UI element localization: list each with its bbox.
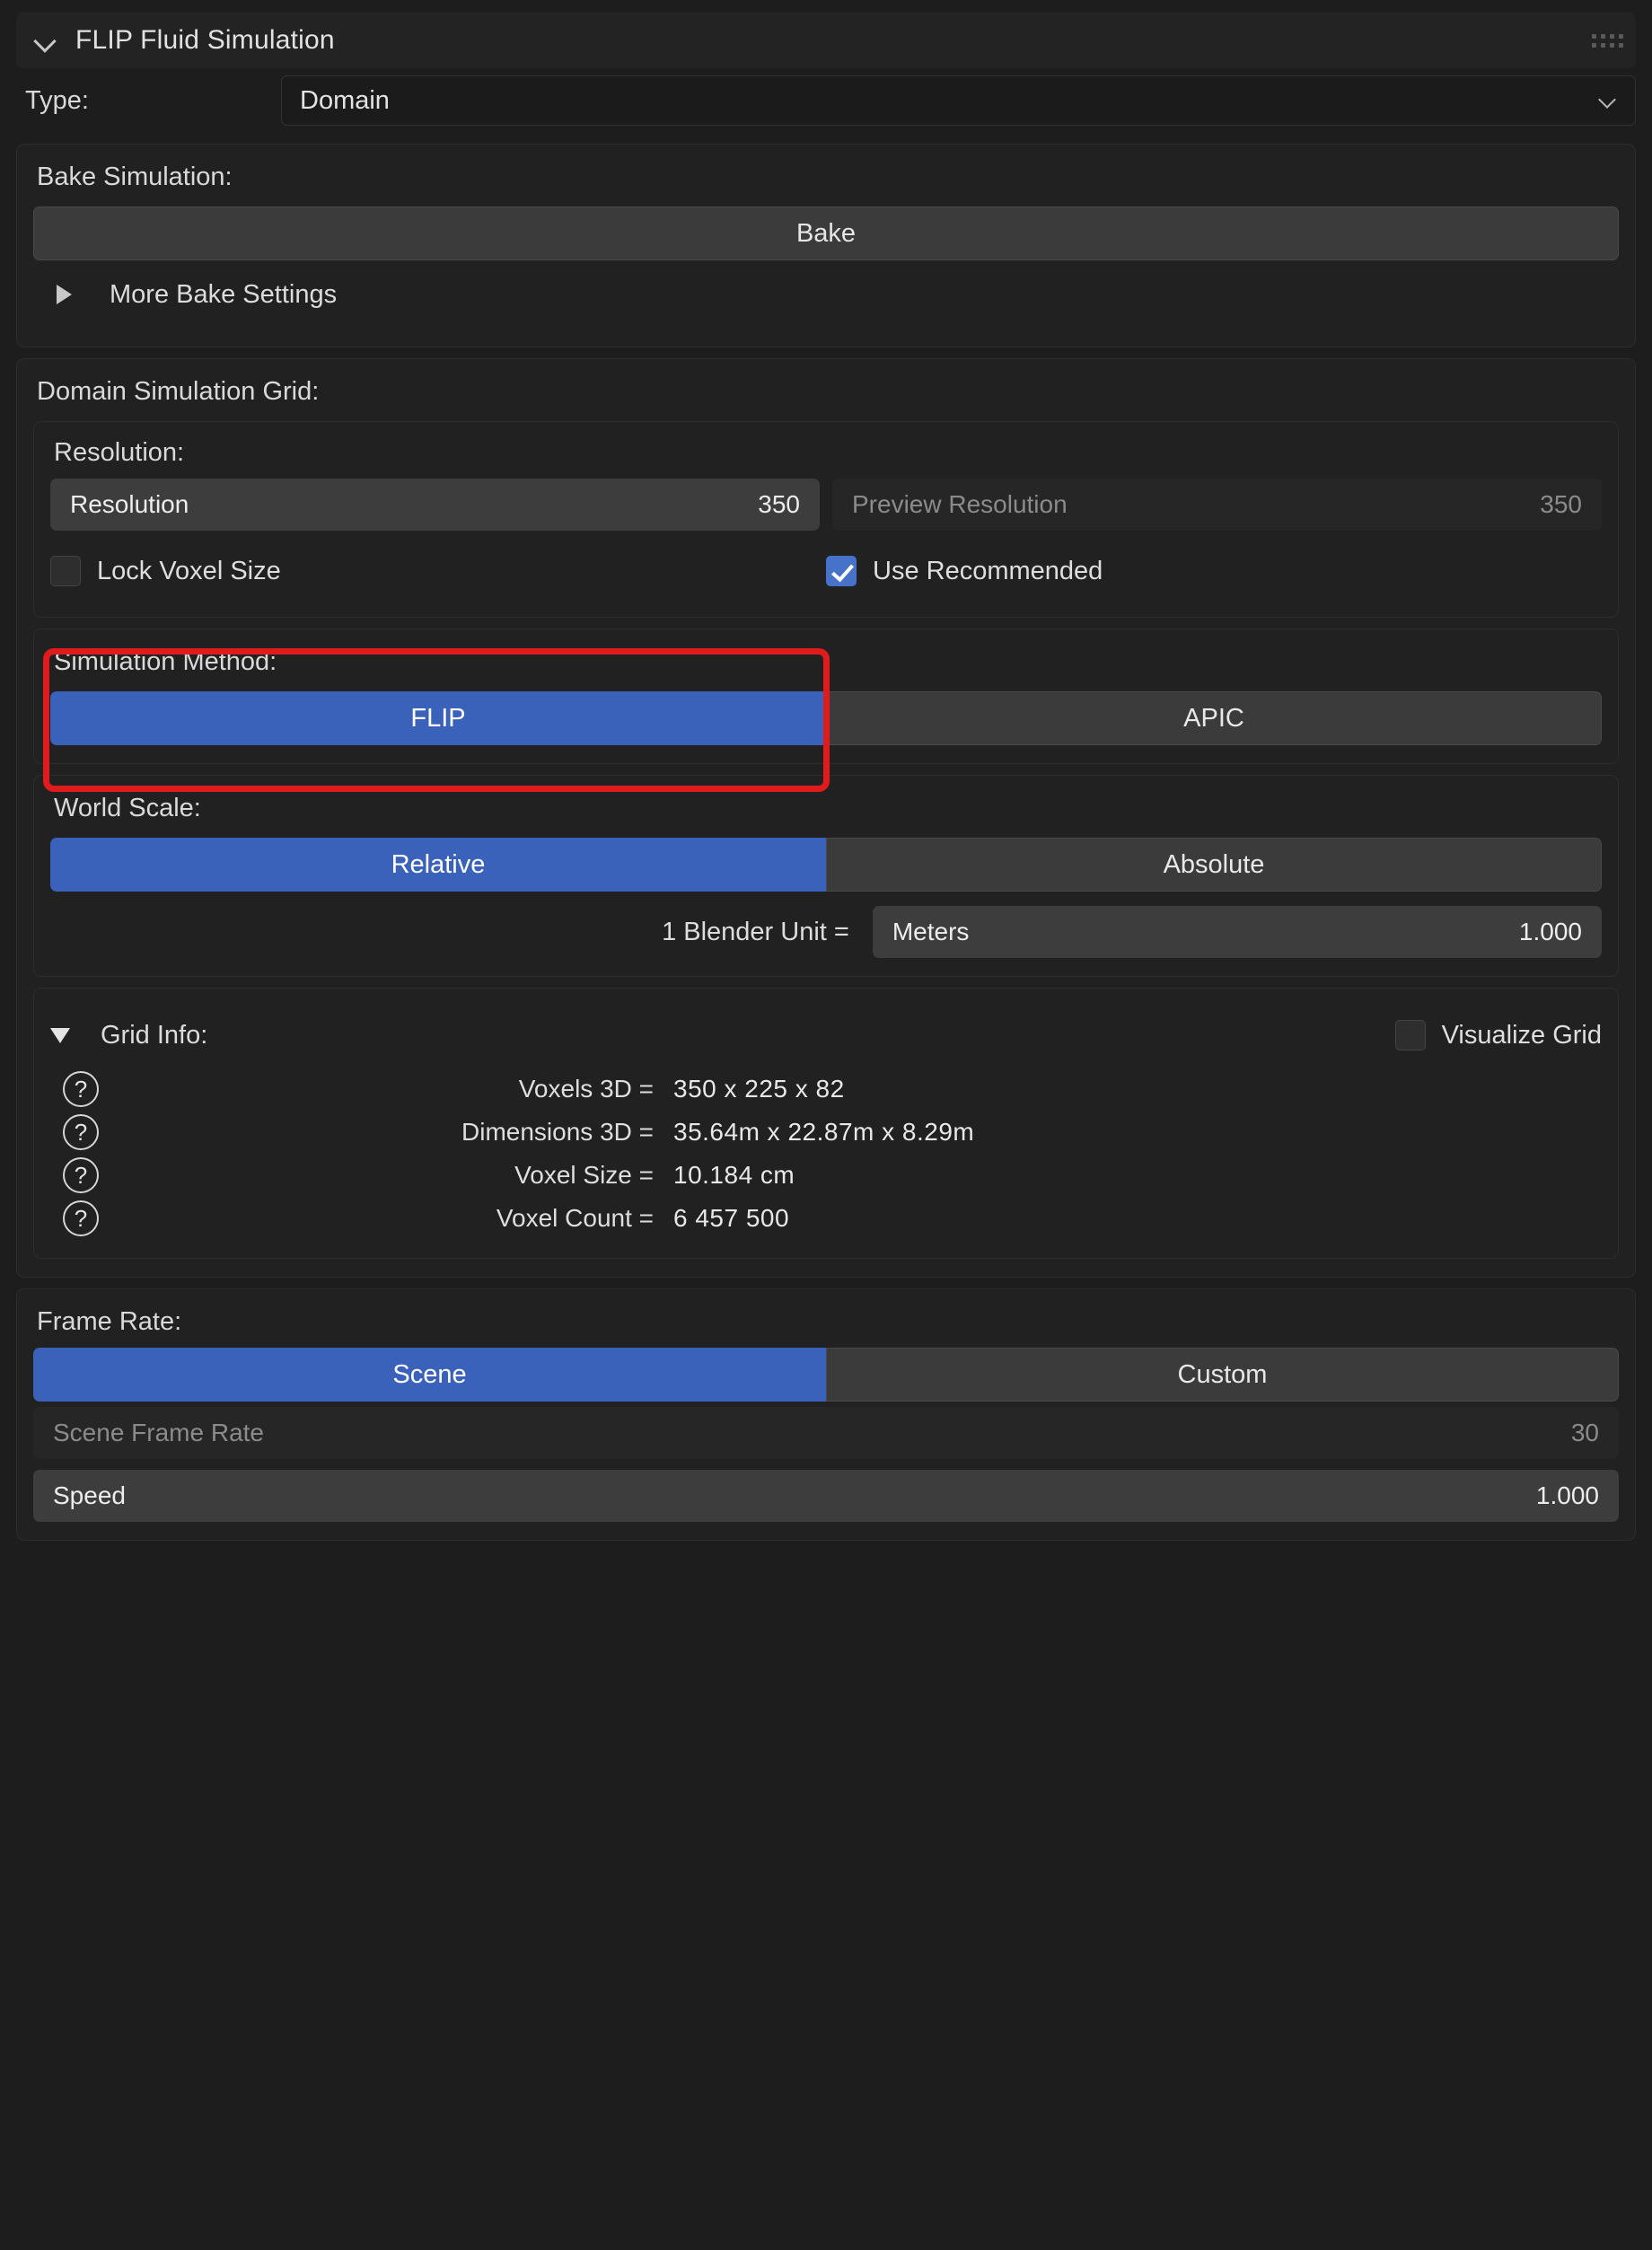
question-mark-icon[interactable]: ? xyxy=(63,1157,99,1193)
speed-field[interactable]: Speed 1.000 xyxy=(33,1470,1619,1522)
sim-method-option-flip[interactable]: FLIP xyxy=(50,691,826,745)
resolution-field-value: 350 xyxy=(758,490,800,518)
frame-rate-toggle[interactable]: Scene Custom xyxy=(33,1348,1619,1402)
resolution-field-name: Resolution xyxy=(70,490,189,518)
domain-grid-section-label: Domain Simulation Grid: xyxy=(37,377,320,406)
more-bake-settings-row[interactable]: More Bake Settings xyxy=(33,260,1619,329)
more-bake-settings-label: More Bake Settings xyxy=(110,279,338,309)
chevron-down-icon[interactable] xyxy=(34,29,57,52)
scene-frame-rate-field[interactable]: Scene Frame Rate 30 xyxy=(33,1407,1619,1459)
preview-resolution-field[interactable]: Preview Resolution 350 xyxy=(832,479,1602,531)
grid-info-label: Grid Info: xyxy=(101,1020,208,1050)
speed-field-name: Speed xyxy=(53,1481,126,1509)
voxel-options-row: Lock Voxel Size Use Recommended xyxy=(50,543,1602,599)
frame-rate-label: Frame Rate: xyxy=(37,1307,182,1336)
drag-grip-icon[interactable] xyxy=(1592,33,1623,48)
question-mark-icon[interactable]: ? xyxy=(63,1071,99,1107)
simulation-method-label: Simulation Method: xyxy=(54,647,277,676)
triangle-down-icon[interactable] xyxy=(50,1027,70,1043)
world-scale-label: World Scale: xyxy=(54,794,201,822)
chevron-down-icon xyxy=(1599,92,1617,110)
grid-info-row: ? Dimensions 3D = 35.64m x 22.87m x 8.29… xyxy=(50,1111,1602,1154)
domain-simulation-grid-card: Domain Simulation Grid: Resolution: Reso… xyxy=(16,358,1636,1278)
type-dropdown-value: Domain xyxy=(300,85,390,115)
speed-field-value: 1.000 xyxy=(1535,1481,1599,1509)
grid-info-key: Voxel Size = xyxy=(514,1161,654,1189)
question-mark-icon[interactable]: ? xyxy=(63,1114,99,1150)
sim-method-option-apic[interactable]: APIC xyxy=(826,691,1602,745)
lock-voxel-size-label: Lock Voxel Size xyxy=(97,556,281,585)
world-scale-option-relative[interactable]: Relative xyxy=(50,838,826,892)
type-row: Type: Domain xyxy=(16,68,1636,133)
flip-fluid-simulation-panel: FLIP Fluid Simulation Type: Domain Bake … xyxy=(0,0,1652,2250)
grid-info-key: Voxel Count = xyxy=(496,1204,654,1232)
frame-rate-option-scene[interactable]: Scene xyxy=(33,1348,826,1402)
lock-voxel-size-checkbox[interactable]: Lock Voxel Size xyxy=(50,556,826,586)
checkbox-checked-icon[interactable] xyxy=(826,556,857,586)
scene-frame-rate-value: 30 xyxy=(1570,1419,1599,1446)
grid-info-row: ? Voxels 3D = 350 x 225 x 82 xyxy=(50,1068,1602,1111)
use-recommended-checkbox[interactable]: Use Recommended xyxy=(826,556,1602,586)
blender-unit-field[interactable]: Meters 1.000 xyxy=(872,906,1602,958)
grid-info-value: 6 457 500 xyxy=(673,1204,790,1232)
resolution-fields-row: Resolution 350 Preview Resolution 350 xyxy=(50,479,1602,531)
grid-info-value: 35.64m x 22.87m x 8.29m xyxy=(673,1118,975,1146)
grid-info-value: 350 x 225 x 82 xyxy=(673,1075,845,1103)
blender-unit-value: 1.000 xyxy=(1518,918,1582,945)
question-mark-icon[interactable]: ? xyxy=(63,1200,99,1236)
resolution-group: Resolution: Resolution 350 Preview Resol… xyxy=(33,421,1619,618)
simulation-method-toggle[interactable]: FLIP APIC xyxy=(50,691,1602,745)
grid-info-row: ? Voxel Count = 6 457 500 xyxy=(50,1197,1602,1240)
frame-rate-card: Frame Rate: Scene Custom Scene Frame Rat… xyxy=(16,1288,1636,1541)
resolution-label: Resolution: xyxy=(54,438,185,467)
grid-info-row: ? Voxel Size = 10.184 cm xyxy=(50,1154,1602,1197)
grid-info-card: Grid Info: Visualize Grid ? Voxels 3D = … xyxy=(33,988,1619,1259)
simulation-method-card: Simulation Method: FLIP APIC xyxy=(33,628,1619,764)
type-dropdown[interactable]: Domain xyxy=(281,75,1636,126)
world-scale-card: World Scale: Relative Absolute 1 Blender… xyxy=(33,775,1619,977)
triangle-right-icon xyxy=(57,285,72,304)
page-title: FLIP Fluid Simulation xyxy=(75,25,335,55)
bake-section-label: Bake Simulation: xyxy=(37,163,233,191)
grid-info-key: Dimensions 3D = xyxy=(461,1118,654,1146)
use-recommended-label: Use Recommended xyxy=(873,556,1103,585)
blender-unit-name: Meters xyxy=(892,918,970,945)
resolution-field[interactable]: Resolution 350 xyxy=(50,479,820,531)
world-scale-toggle[interactable]: Relative Absolute xyxy=(50,838,1602,892)
grid-info-key: Voxels 3D = xyxy=(518,1075,654,1103)
visualize-grid-label: Visualize Grid xyxy=(1441,1020,1602,1050)
bake-button[interactable]: Bake xyxy=(33,207,1619,260)
world-scale-option-absolute[interactable]: Absolute xyxy=(826,838,1602,892)
grid-info-value: 10.184 cm xyxy=(673,1161,795,1189)
panel-header[interactable]: FLIP Fluid Simulation xyxy=(16,13,1636,68)
type-label: Type: xyxy=(25,85,89,115)
blender-unit-row: 1 Blender Unit = Meters 1.000 xyxy=(50,906,1602,958)
bake-simulation-card: Bake Simulation: Bake More Bake Settings xyxy=(16,144,1636,347)
checkbox-icon[interactable] xyxy=(50,556,81,586)
blender-unit-label: 1 Blender Unit = xyxy=(662,917,849,946)
preview-resolution-field-name: Preview Resolution xyxy=(852,490,1068,518)
grid-info-header[interactable]: Grid Info: Visualize Grid xyxy=(50,1003,1602,1068)
frame-rate-option-custom[interactable]: Custom xyxy=(826,1348,1619,1402)
preview-resolution-field-value: 350 xyxy=(1540,490,1582,518)
visualize-grid-checkbox[interactable] xyxy=(1394,1020,1426,1050)
scene-frame-rate-name: Scene Frame Rate xyxy=(53,1419,264,1446)
